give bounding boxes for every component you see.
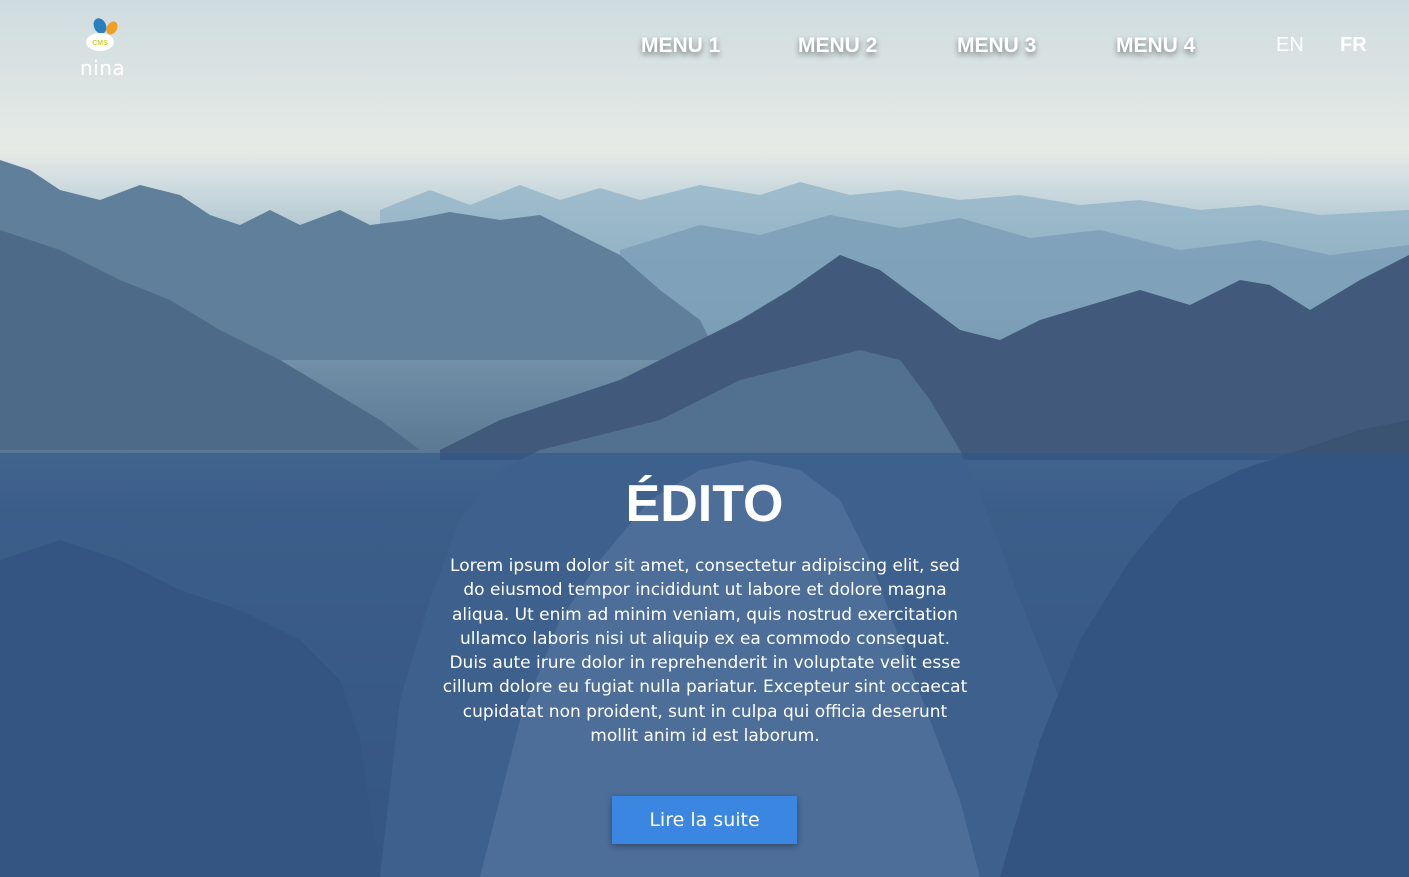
main-navigation: MENU 1 MENU 2 MENU 3 MENU 4 xyxy=(0,34,1409,64)
nav-item-menu-1[interactable]: MENU 1 xyxy=(641,34,720,58)
language-en-link[interactable]: EN xyxy=(1276,34,1304,57)
nav-item-menu-3[interactable]: MENU 3 xyxy=(957,34,1036,58)
nav-item-menu-2[interactable]: MENU 2 xyxy=(798,34,877,58)
nav-item-menu-4[interactable]: MENU 4 xyxy=(1116,34,1195,58)
read-more-button[interactable]: Lire la suite xyxy=(612,796,797,844)
language-fr-link[interactable]: FR xyxy=(1340,34,1367,57)
edito-title: ÉDITO xyxy=(625,475,784,533)
edito-body-text: Lorem ipsum dolor sit amet, consectetur … xyxy=(442,556,968,747)
